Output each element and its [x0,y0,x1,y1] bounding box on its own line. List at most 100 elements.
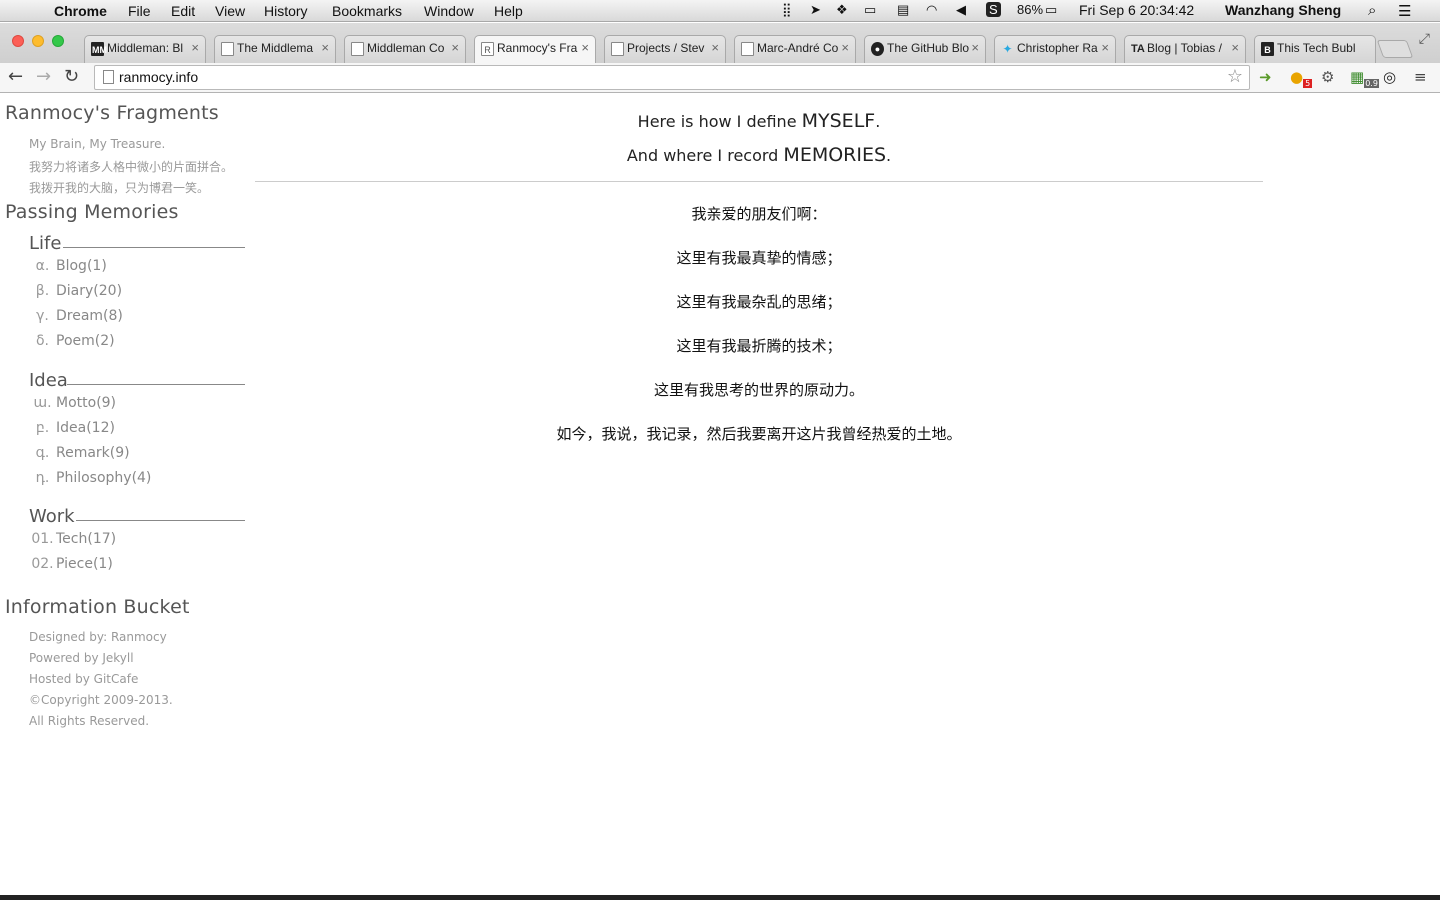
menu-help[interactable]: Help [494,3,523,19]
tab-close-icon[interactable]: × [581,40,589,55]
category-link[interactable]: ա. Motto(9) [29,395,116,411]
ta-favicon-icon: TA [1131,43,1145,55]
item-label[interactable]: Idea(12) [56,420,115,436]
extension-badge-icon[interactable]: ● 5 [1290,68,1313,88]
category-link[interactable]: 02. Piece(1) [29,556,113,572]
menu-file[interactable]: File [128,3,151,19]
clock[interactable]: Fri Sep 6 20:34:42 [1079,2,1194,18]
tab-middleman-co[interactable]: Middleman Co × [344,35,466,63]
tab-the-middleman[interactable]: The Middlema × [214,35,336,63]
category-link[interactable]: δ. Poem(2) [29,333,115,349]
hero-line-2-post: . [886,146,892,165]
tab-marc-andre[interactable]: Marc-André Co × [734,35,856,63]
address-bar[interactable]: ranmocy.info ☆ [94,65,1250,90]
paragraph: 这里有我最折腾的技术； [676,337,842,355]
tab-close-icon[interactable]: × [1101,40,1109,55]
section-divider [63,247,245,248]
category-link[interactable]: β. Diary(20) [29,283,122,299]
cursor-status-icon[interactable]: ➤ [810,2,821,18]
tab-ranmocy-active[interactable]: R Ranmocy's Fra × [474,35,596,63]
page-favicon-icon [741,42,754,56]
item-label[interactable]: Poem(2) [56,333,115,349]
window-close-button[interactable] [12,35,24,47]
item-label[interactable]: Piece(1) [56,556,113,572]
category-link[interactable]: γ. Dream(8) [29,308,123,324]
tab-close-icon[interactable]: × [191,40,199,55]
dropbox-icon[interactable]: ❖ [836,2,848,18]
category-link[interactable]: դ. Philosophy(4) [29,470,152,486]
item-label[interactable]: Philosophy(4) [56,470,151,486]
ranmocy-favicon-icon: R [481,42,494,56]
tab-close-icon[interactable]: × [451,40,459,55]
item-number: β. [35,283,50,299]
tab-tech-bubble[interactable]: B This Tech Bubl [1254,35,1376,63]
notification-center-icon[interactable]: ☰ [1398,2,1411,20]
menu-app-chrome[interactable]: Chrome [54,3,107,19]
info-powered-by[interactable]: Powered by Jekyll [29,651,134,665]
item-label[interactable]: Dream(8) [56,308,123,324]
tab-close-icon[interactable]: × [971,40,979,55]
menu-view[interactable]: View [215,3,245,19]
item-number: 02. [31,556,54,572]
info-hosted-by[interactable]: Hosted by GitCafe [29,672,138,686]
category-link[interactable]: α. Blog(1) [29,258,107,274]
item-label[interactable]: Remark(9) [56,445,130,461]
page-favicon-icon [611,42,624,56]
tab-tobias-blog[interactable]: TA Blog | Tobias / × [1124,35,1246,63]
url-text[interactable]: ranmocy.info [119,69,198,85]
wifi-icon[interactable]: ◠ [926,2,937,18]
extension-tool-icon[interactable]: ⚙ [1321,68,1334,86]
hero-line-2-emphasis: MEMORIES [783,144,887,166]
category-link[interactable]: 01. Tech(17) [29,531,116,547]
section-work-title: Work [29,506,245,527]
item-number: γ. [36,308,49,324]
tab-close-icon[interactable]: × [711,40,719,55]
volume-icon[interactable]: ◀ [956,2,966,18]
spotlight-search-icon[interactable]: ⌕ [1368,2,1376,19]
menu-bookmarks[interactable]: Bookmarks [332,3,402,19]
passing-memories-heading: Passing Memories [5,201,179,223]
skype-icon[interactable]: S [986,2,1001,17]
tab-close-icon[interactable]: × [321,40,329,55]
tab-github-blog[interactable]: ● The GitHub Blo × [864,35,986,63]
window-zoom-button[interactable] [52,35,64,47]
section-divider [76,520,245,521]
airplay-icon[interactable]: ▭ [864,2,876,18]
user-name[interactable]: Wanzhang Sheng [1225,2,1341,18]
tab-projects[interactable]: Projects / Stev × [604,35,726,63]
item-label[interactable]: Tech(17) [56,531,116,547]
menu-history[interactable]: History [264,3,308,19]
category-link[interactable]: գ. Remark(9) [29,445,130,461]
paragraph: 这里有我最杂乱的思绪； [676,293,842,311]
battery-widget-icon[interactable]: ▤ [897,2,909,18]
item-label[interactable]: Diary(20) [56,283,122,299]
tab-middleman-blog[interactable]: MM Middleman: Bl × [84,35,206,63]
site-title[interactable]: Ranmocy's Fragments [5,102,219,124]
menu-window[interactable]: Window [424,3,474,19]
fullscreen-icon[interactable]: ⤢ [1419,31,1430,47]
chrome-menu-icon[interactable]: ≡ [1414,68,1427,86]
battery-icon[interactable]: ▭ [1045,2,1057,18]
tab-close-icon[interactable]: × [841,40,849,55]
item-label[interactable]: Motto(9) [56,395,116,411]
battery-percent[interactable]: 86% [1017,2,1043,17]
section-title-text: Idea [29,370,68,391]
item-number: գ. [35,445,50,461]
reload-icon[interactable]: ↻ [64,66,79,87]
window-minimize-button[interactable] [32,35,44,47]
tab-christopher[interactable]: ✦ Christopher Ra × [994,35,1116,63]
item-label[interactable]: Blog(1) [56,258,107,274]
new-tab-button[interactable] [1376,40,1414,58]
grid-status-icon[interactable]: ⣿ [782,2,792,18]
extension-arrow-icon[interactable]: ➜ [1259,68,1272,86]
tab-close-icon[interactable]: × [1231,40,1239,55]
tab-title: Projects / Stev [627,41,705,55]
extension-sync-icon[interactable]: ◎ [1383,68,1396,86]
bookmark-star-icon[interactable]: ☆ [1227,66,1243,87]
forward-arrow-icon[interactable]: → [36,66,51,87]
menu-edit[interactable]: Edit [171,3,195,19]
back-arrow-icon[interactable]: ← [8,66,23,87]
category-link[interactable]: բ. Idea(12) [29,420,115,436]
paragraph: 我亲爱的朋友们啊： [691,205,827,223]
extension-color-icon[interactable]: ▦0.9 [1350,68,1379,88]
